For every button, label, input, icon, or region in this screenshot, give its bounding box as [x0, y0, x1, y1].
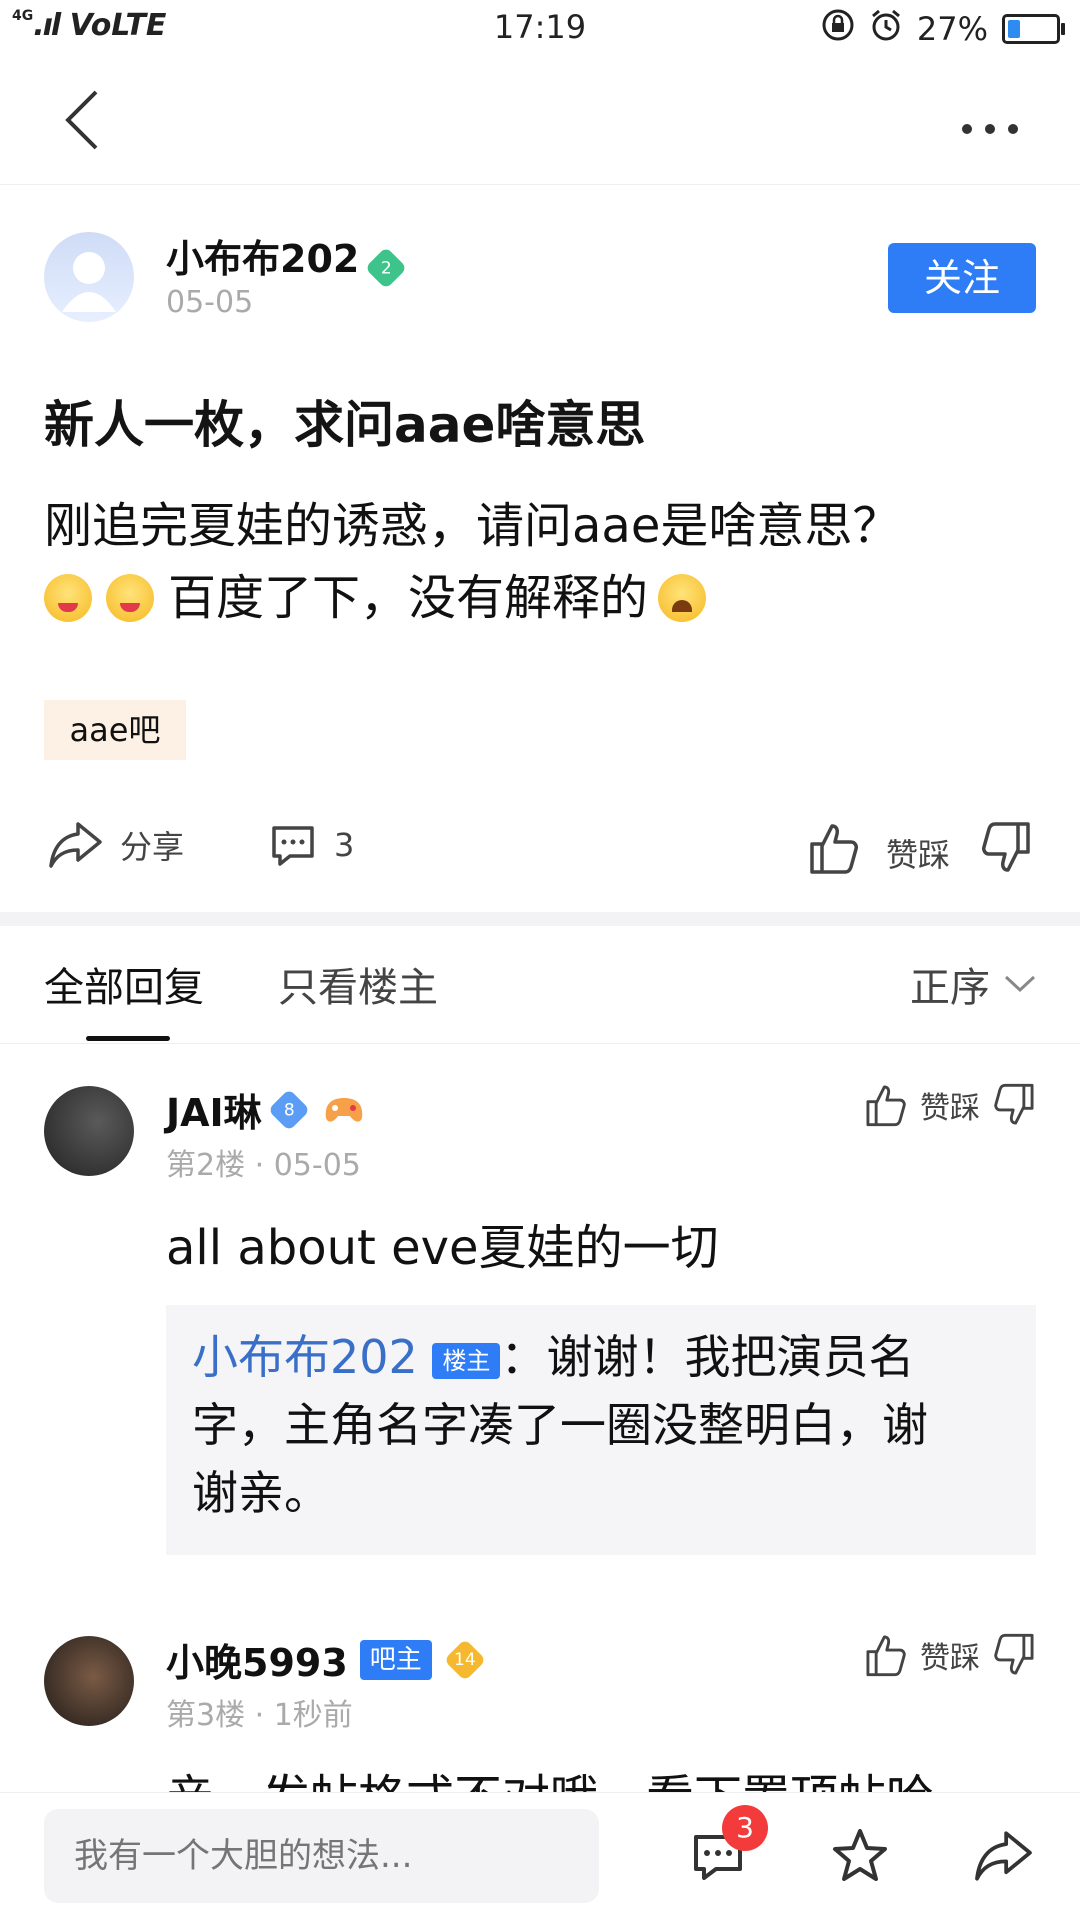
thumbs-down-icon[interactable]: [992, 1632, 1036, 1678]
reply-meta: 第3楼 · 1秒前: [166, 1698, 353, 1733]
reply-vote-group: 赞踩: [864, 1082, 1036, 1128]
tabs-divider: [0, 1043, 1080, 1044]
battery-percent: 27%: [916, 10, 988, 48]
reply-name-row: 小晚5993 吧主 14: [166, 1632, 486, 1687]
reply-text: all about eve夏娃的一切: [166, 1220, 719, 1276]
share-icon: [49, 822, 102, 868]
post-actions: 分享 3 赞踩: [0, 810, 1080, 890]
thumbs-down-icon[interactable]: [992, 1082, 1036, 1128]
grin-emoji-icon: [106, 574, 154, 622]
post-content-line2-row: 百度了下，没有解释的: [44, 562, 1044, 634]
thumbs-up-icon[interactable]: [864, 1082, 908, 1128]
author-name[interactable]: 小布布202: [166, 237, 359, 281]
sub-reply-line2: 字，主角名字凑了一圈没整明白，谢: [192, 1398, 928, 1452]
sort-dropdown[interactable]: 正序: [910, 955, 1036, 1013]
navigation-bar: [0, 56, 1080, 185]
level-badge-icon: 2: [365, 246, 408, 289]
more-dots-icon: [962, 124, 1018, 134]
sub-reply-line3: 谢亲。: [192, 1466, 330, 1520]
thumbs-down-icon: [982, 822, 1030, 872]
share-icon: [975, 1831, 1032, 1881]
sub-reply-line1: 小布布202 楼主 ：谢谢！我把演员名: [192, 1330, 915, 1384]
thumbs-up-icon[interactable]: [864, 1632, 908, 1678]
moderator-badge: 吧主: [359, 1639, 432, 1680]
alarm-icon: [869, 8, 903, 50]
share-button[interactable]: [972, 1829, 1036, 1887]
tab-all-replies[interactable]: 全部回复: [44, 955, 204, 1013]
post-date: 05-05: [166, 285, 254, 320]
favorite-button[interactable]: [830, 1827, 890, 1889]
level-badge-icon: 8: [267, 1088, 310, 1131]
reply-avatar[interactable]: [44, 1086, 134, 1176]
follow-button[interactable]: 关注: [888, 243, 1036, 313]
battery-icon: [1002, 14, 1065, 44]
post-content-line2: 百度了下，没有解释的: [168, 570, 649, 626]
author-name-row: 小布布202 2: [166, 228, 408, 289]
reply-meta: 第2楼 · 05-05: [166, 1148, 361, 1183]
default-avatar-icon: [62, 252, 116, 312]
like-button[interactable]: [808, 820, 860, 876]
reply-vote-group: 赞踩: [864, 1632, 1036, 1678]
lock-rotation-icon: [821, 8, 855, 50]
status-right: 27%: [821, 8, 1065, 50]
bottom-bar: 3: [0, 1792, 1080, 1921]
chevron-down-icon: [1004, 975, 1036, 993]
reply-name-row: JAI琳 8: [166, 1082, 366, 1137]
level-badge-icon: 14: [443, 1638, 486, 1681]
forum-tag[interactable]: aae吧: [44, 700, 186, 760]
crying-emoji-icon: [658, 574, 707, 622]
post-content: 刚追完夏娃的诱惑，请问aae是啥意思？ 百度了下，没有解释的: [44, 490, 1044, 634]
back-button[interactable]: [60, 86, 130, 156]
star-icon: [833, 1829, 887, 1881]
vote-label: 赞踩: [886, 836, 951, 874]
chevron-left-icon: [65, 90, 98, 150]
game-badge-icon: [325, 1097, 362, 1122]
more-options-button[interactable]: [960, 96, 1020, 147]
op-badge: 楼主: [432, 1342, 501, 1379]
post-content-line1: 刚追完夏娃的诱惑，请问aae是啥意思？: [44, 498, 901, 554]
dislike-button[interactable]: [980, 820, 1032, 876]
grin-emoji-icon: [44, 574, 92, 622]
comment-icon: [272, 826, 314, 866]
sub-reply-box[interactable]: 小布布202 楼主 ：谢谢！我把演员名 字，主角名字凑了一圈没整明白，谢 谢亲。: [166, 1305, 1036, 1555]
author-avatar[interactable]: [44, 232, 134, 322]
reply-input[interactable]: [44, 1809, 599, 1903]
reply-avatar[interactable]: [44, 1636, 134, 1726]
sub-reply-author[interactable]: 小布布202: [192, 1330, 418, 1384]
comment-count-badge: 3: [722, 1805, 768, 1851]
post-title: 新人一枚，求问aae啥意思: [44, 396, 646, 454]
section-divider: [0, 912, 1080, 926]
comment-button[interactable]: 3: [268, 820, 354, 870]
reply-author-name[interactable]: 小晚5993: [166, 1632, 348, 1687]
status-bar: 4G.ıl VoLTE 17:19 27%: [0, 0, 1080, 56]
share-button[interactable]: 分享: [48, 820, 184, 870]
tab-op-only[interactable]: 只看楼主: [278, 955, 438, 1013]
thumbs-up-icon: [810, 824, 858, 874]
active-tab-indicator: [86, 1036, 170, 1041]
reply-author-name[interactable]: JAI琳: [166, 1082, 262, 1137]
